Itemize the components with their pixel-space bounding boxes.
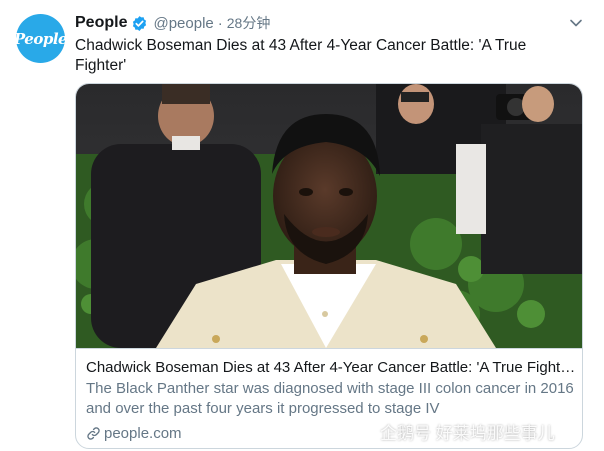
- link-card[interactable]: Chadwick Boseman Dies at 43 After 4-Year…: [75, 83, 583, 449]
- link-icon: [86, 426, 101, 441]
- tweet-text: Chadwick Boseman Dies at 43 After 4-Year…: [75, 37, 527, 74]
- tweet: People People @people · 28分钟 Chadwick Bo…: [0, 0, 604, 451]
- separator-dot: ·: [217, 14, 223, 32]
- penguin-logo-icon: [346, 420, 374, 442]
- verified-badge-icon: [131, 15, 148, 32]
- card-domain: people.com: [86, 423, 182, 443]
- account-handle[interactable]: @people: [153, 15, 213, 32]
- card-title: Chadwick Boseman Dies at 43 After 4-Year…: [86, 359, 576, 376]
- chevron-down-icon[interactable]: [567, 14, 585, 32]
- account-name[interactable]: People: [75, 14, 127, 32]
- avatar-logo-text: People: [13, 29, 68, 48]
- watermark: 企鹅号 好莱坞那些事儿: [346, 418, 555, 444]
- card-description: The Black Panther star was diagnosed wit…: [86, 380, 574, 417]
- watermark-text: 企鹅号 好莱坞那些事儿: [380, 423, 555, 443]
- tweet-timestamp[interactable]: 28分钟: [227, 13, 271, 33]
- avatar[interactable]: People: [13, 14, 68, 63]
- card-image: [76, 84, 582, 348]
- tweet-header: People @people · 28分钟: [75, 13, 270, 33]
- card-domain-text: people.com: [104, 424, 182, 442]
